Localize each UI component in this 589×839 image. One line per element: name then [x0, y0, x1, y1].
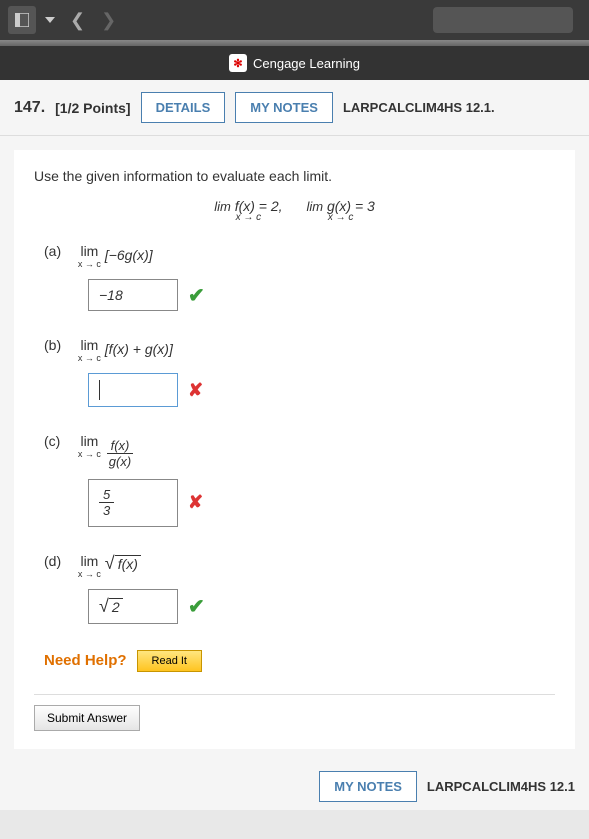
my-notes-button[interactable]: MY NOTES — [235, 92, 333, 123]
submit-answer-button[interactable]: Submit Answer — [34, 705, 140, 731]
limit-expression: lim x → c — [78, 243, 101, 269]
part-d-answer-input[interactable]: √ 2 — [88, 589, 178, 624]
read-it-button[interactable]: Read It — [137, 650, 202, 672]
part-c-answer-input[interactable]: 5 3 — [88, 479, 178, 527]
part-b-label: (b) — [44, 337, 74, 353]
part-b: (b) lim x → c [f(x) + g(x)] ✘ — [44, 337, 555, 407]
part-a-expr: [−6g(x)] — [105, 247, 153, 263]
part-c-label: (c) — [44, 433, 74, 449]
brand-label: Cengage Learning — [253, 56, 360, 71]
question-number: 147. — [14, 99, 45, 117]
part-b-answer-input[interactable] — [88, 373, 178, 407]
cengage-icon: ✻ — [229, 54, 247, 72]
correct-icon: ✔ — [188, 594, 205, 619]
brand-header: ✻ Cengage Learning — [0, 46, 589, 80]
limit-expression: lim x → c — [78, 433, 101, 459]
dropdown-icon[interactable] — [40, 6, 60, 34]
question-reference: LARPCALCLIM4HS 12.1. — [343, 100, 495, 115]
back-button[interactable]: ❮ — [64, 10, 91, 31]
incorrect-icon: ✘ — [188, 380, 203, 401]
part-d: (d) lim x → c √ f(x) √ 2 ✔ — [44, 553, 555, 624]
url-bar[interactable] — [433, 7, 573, 33]
bottom-nav: MY NOTES LARPCALCLIM4HS 12.1 — [0, 763, 589, 810]
question-body: Use the given information to evaluate ea… — [14, 150, 575, 749]
part-c: (c) lim x → c f(x) g(x) 5 3 ✘ — [44, 433, 555, 527]
bottom-reference: LARPCALCLIM4HS 12.1 — [427, 779, 575, 794]
part-a: (a) lim x → c [−6g(x)] −18 ✔ — [44, 243, 555, 311]
question-prompt: Use the given information to evaluate ea… — [34, 168, 555, 184]
my-notes-button-bottom[interactable]: MY NOTES — [319, 771, 417, 802]
sidebar-toggle-icon[interactable] — [8, 6, 36, 34]
limit-expression: lim x → c — [78, 337, 101, 363]
part-a-label: (a) — [44, 243, 74, 259]
forward-button[interactable]: ❯ — [95, 10, 122, 31]
submit-row: Submit Answer — [34, 694, 555, 731]
text-cursor — [99, 380, 100, 400]
need-help-label: Need Help? — [44, 652, 127, 669]
part-c-expr: f(x) g(x) — [105, 438, 135, 469]
part-d-expr: √ f(x) — [105, 553, 141, 574]
part-a-answer-input[interactable]: −18 — [88, 279, 178, 311]
incorrect-icon: ✘ — [188, 492, 203, 513]
part-d-label: (d) — [44, 553, 74, 569]
question-points: [1/2 Points] — [55, 100, 130, 116]
part-b-expr: [f(x) + g(x)] — [105, 341, 173, 357]
given-info: lim f(x) = 2, x → c lim g(x) = 3 x → c — [34, 198, 555, 223]
details-button[interactable]: DETAILS — [141, 92, 226, 123]
browser-toolbar: ❮ ❯ — [0, 0, 589, 40]
limit-expression: lim x → c — [78, 553, 101, 579]
need-help-row: Need Help? Read It — [44, 650, 555, 672]
question-header: 147. [1/2 Points] DETAILS MY NOTES LARPC… — [0, 80, 589, 136]
correct-icon: ✔ — [188, 283, 205, 308]
content-area: 147. [1/2 Points] DETAILS MY NOTES LARPC… — [0, 80, 589, 810]
